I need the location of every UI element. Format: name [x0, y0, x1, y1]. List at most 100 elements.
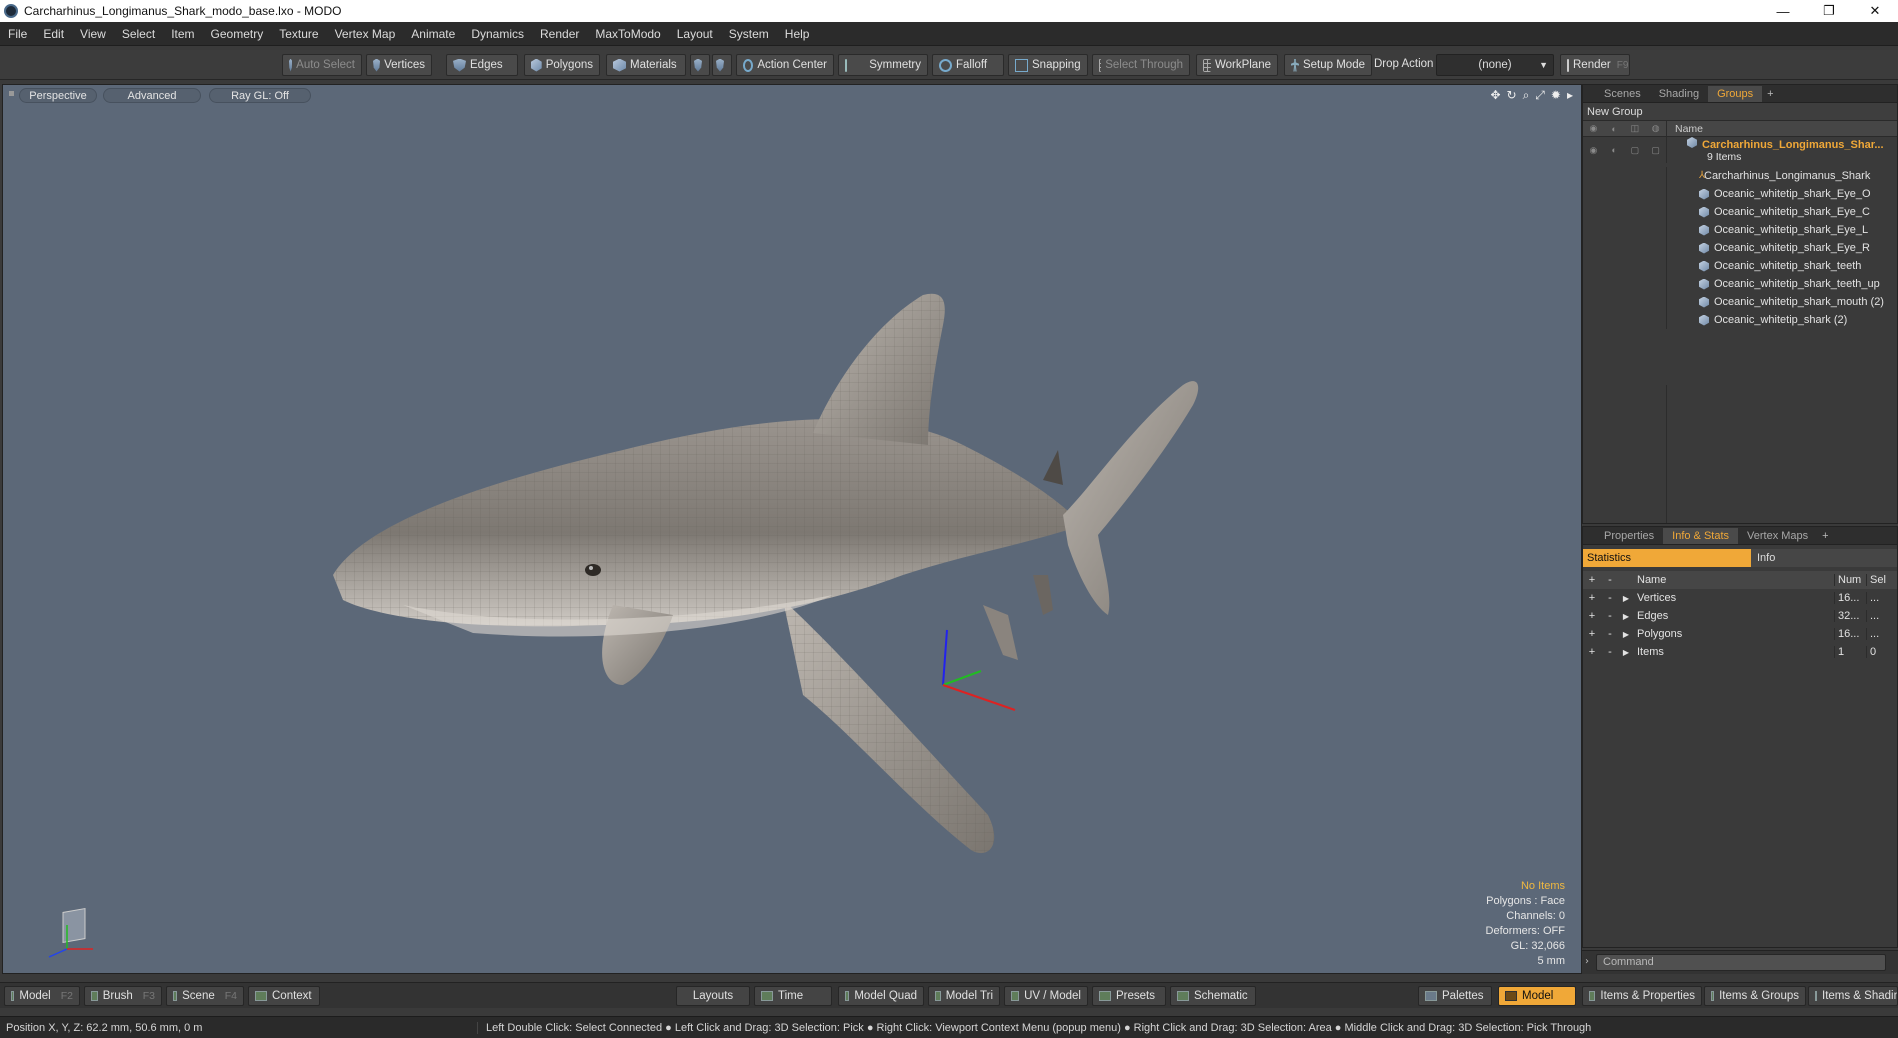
layout-icon	[11, 991, 15, 1001]
add-selection-icon[interactable]: +	[1583, 610, 1601, 622]
workplane-button[interactable]: WorkPlane	[1196, 54, 1278, 76]
brush-layout-button[interactable]: Brush F3	[84, 986, 162, 1006]
drop-action-select[interactable]: (none) ▼	[1436, 54, 1554, 76]
expand-arrow-icon[interactable]: ▶	[1619, 594, 1633, 603]
add-selection-icon[interactable]: +	[1583, 628, 1601, 640]
expand-arrow-icon[interactable]: ▶	[1619, 612, 1633, 621]
add-selection-icon[interactable]: +	[1583, 592, 1601, 604]
collapse-all-icon[interactable]: -	[1601, 574, 1619, 586]
menu-vertex-map[interactable]: Vertex Map	[327, 27, 404, 41]
deformers-state: Deformers: OFF	[1485, 925, 1565, 937]
layout-icon	[1099, 991, 1111, 1001]
render-button[interactable]: Render F9	[1560, 54, 1630, 76]
render-icon	[1567, 58, 1569, 72]
mesh-icon	[1699, 242, 1709, 254]
list-item[interactable]: Oceanic_whitetip_shark_Eye_L	[1583, 221, 1897, 239]
tab-statistics[interactable]: Statistics	[1583, 549, 1751, 567]
list-item[interactable]: Oceanic_whitetip_shark (2)	[1583, 311, 1897, 329]
edges-button[interactable]: Edges	[446, 54, 518, 76]
menu-system[interactable]: System	[721, 27, 777, 41]
3d-viewport[interactable]: Perspective Advanced Ray GL: Off ✥ ↻ ⌕ ⤢…	[2, 84, 1582, 974]
menu-edit[interactable]: Edit	[35, 27, 72, 41]
list-item[interactable]: Oceanic_whitetip_shark_mouth (2)	[1583, 293, 1897, 311]
list-item[interactable]: Oceanic_whitetip_shark_Eye_R	[1583, 239, 1897, 257]
expand-all-icon[interactable]: +	[1583, 574, 1601, 586]
presets-button[interactable]: Presets	[1092, 986, 1166, 1006]
command-input[interactable]: Command	[1596, 954, 1886, 971]
remove-selection-icon[interactable]: -	[1601, 610, 1619, 622]
table-row[interactable]: + - ▶ Vertices 16......	[1583, 589, 1897, 607]
menu-texture[interactable]: Texture	[271, 27, 326, 41]
maximize-button[interactable]: ❐	[1806, 0, 1852, 22]
table-row[interactable]: + - ▶ Edges 32......	[1583, 607, 1897, 625]
list-item[interactable]: ⅄ Carcharhinus_Longimanus_Shark	[1583, 167, 1897, 185]
symmetry-button[interactable]: Symmetry	[838, 54, 928, 76]
action-center-button[interactable]: Action Center	[736, 54, 834, 76]
remove-selection-icon[interactable]: -	[1601, 646, 1619, 658]
menu-maxtomodo[interactable]: MaxToModo	[587, 27, 668, 41]
menu-view[interactable]: View	[72, 27, 114, 41]
tab-scenes[interactable]: Scenes	[1595, 86, 1650, 102]
snapping-button[interactable]: Snapping	[1008, 54, 1088, 76]
menu-geometry[interactable]: Geometry	[203, 27, 272, 41]
menu-help[interactable]: Help	[777, 27, 818, 41]
minimize-button[interactable]: —	[1760, 0, 1806, 22]
group-root-name: Carcharhinus_Longimanus_Shar...	[1687, 137, 1884, 151]
close-button[interactable]: ✕	[1852, 0, 1898, 22]
scene-layout-button[interactable]: Scene F4	[166, 986, 244, 1006]
viewport-info: No Items Polygons : Face Channels: 0 Def…	[1486, 879, 1565, 969]
menu-dynamics[interactable]: Dynamics	[463, 27, 532, 41]
table-row[interactable]: + - ▶ Polygons 16......	[1583, 625, 1897, 643]
setup-mode-button[interactable]: Setup Mode	[1284, 54, 1372, 76]
tab-info-stats[interactable]: Info & Stats	[1663, 528, 1739, 544]
menu-animate[interactable]: Animate	[403, 27, 463, 41]
menu-layout[interactable]: Layout	[669, 27, 721, 41]
list-item[interactable]: Oceanic_whitetip_shark_Eye_C	[1583, 203, 1897, 221]
items-groups-button[interactable]: Items & Groups	[1704, 986, 1806, 1006]
expand-arrow-icon[interactable]: ▶	[1619, 630, 1633, 639]
palettes-button[interactable]: Palettes	[1418, 986, 1492, 1006]
model-tri-button[interactable]: Model Tri	[928, 986, 1000, 1006]
items-properties-button[interactable]: Items & Properties	[1582, 986, 1702, 1006]
layouts-button[interactable]: Layouts	[676, 986, 750, 1006]
add-selection-icon[interactable]: +	[1583, 646, 1601, 658]
select-mode-b-button[interactable]	[712, 54, 732, 76]
list-item[interactable]: Oceanic_whitetip_shark_Eye_O	[1583, 185, 1897, 203]
tab-info[interactable]: Info	[1751, 549, 1897, 567]
context-layout-button[interactable]: Context	[248, 986, 320, 1006]
add-tab-icon[interactable]: +	[1817, 528, 1833, 544]
falloff-button[interactable]: Falloff	[932, 54, 1004, 76]
shark-model[interactable]	[3, 85, 1582, 974]
menu-file[interactable]: File	[0, 27, 35, 41]
time-button[interactable]: Time	[754, 986, 832, 1006]
tab-groups[interactable]: Groups	[1708, 86, 1763, 102]
add-tab-icon[interactable]: +	[1762, 86, 1778, 102]
menu-item[interactable]: Item	[163, 27, 202, 41]
uv-model-button[interactable]: UV / Model	[1004, 986, 1088, 1006]
expand-arrow-icon[interactable]: ▶	[1619, 648, 1633, 657]
menu-select[interactable]: Select	[114, 27, 163, 41]
remove-selection-icon[interactable]: -	[1601, 592, 1619, 604]
schematic-button[interactable]: Schematic	[1170, 986, 1256, 1006]
remove-selection-icon[interactable]: -	[1601, 628, 1619, 640]
new-group-button[interactable]: New Group	[1583, 103, 1897, 121]
model-layout-button[interactable]: Model F2	[4, 986, 80, 1006]
tab-properties[interactable]: Properties	[1595, 528, 1663, 544]
items-shading-button[interactable]: Items & Shadin	[1808, 986, 1898, 1006]
table-row[interactable]: + - ▶ Items 1 0	[1583, 643, 1897, 661]
polygons-button[interactable]: Polygons	[524, 54, 600, 76]
materials-button[interactable]: Materials	[606, 54, 686, 76]
select-through-button[interactable]: Select Through	[1092, 54, 1190, 76]
tab-vertex-maps[interactable]: Vertex Maps	[1738, 528, 1817, 544]
tab-shading[interactable]: Shading	[1650, 86, 1708, 102]
model-tab-active[interactable]: Model	[1498, 986, 1576, 1006]
auto-select-button[interactable]: Auto Select	[282, 54, 362, 76]
list-item[interactable]: Oceanic_whitetip_shark_teeth_up	[1583, 275, 1897, 293]
menu-render[interactable]: Render	[532, 27, 587, 41]
vertices-button[interactable]: Vertices	[366, 54, 432, 76]
group-root-row[interactable]: ◉ ◐ ▢ ▢ Carcharhinus_Longimanus_Shar... 9 I…	[1583, 137, 1897, 163]
command-history-icon[interactable]: ›	[1585, 956, 1589, 967]
select-mode-a-button[interactable]	[690, 54, 710, 76]
model-quad-button[interactable]: Model Quad	[838, 986, 924, 1006]
list-item[interactable]: Oceanic_whitetip_shark_teeth	[1583, 257, 1897, 275]
